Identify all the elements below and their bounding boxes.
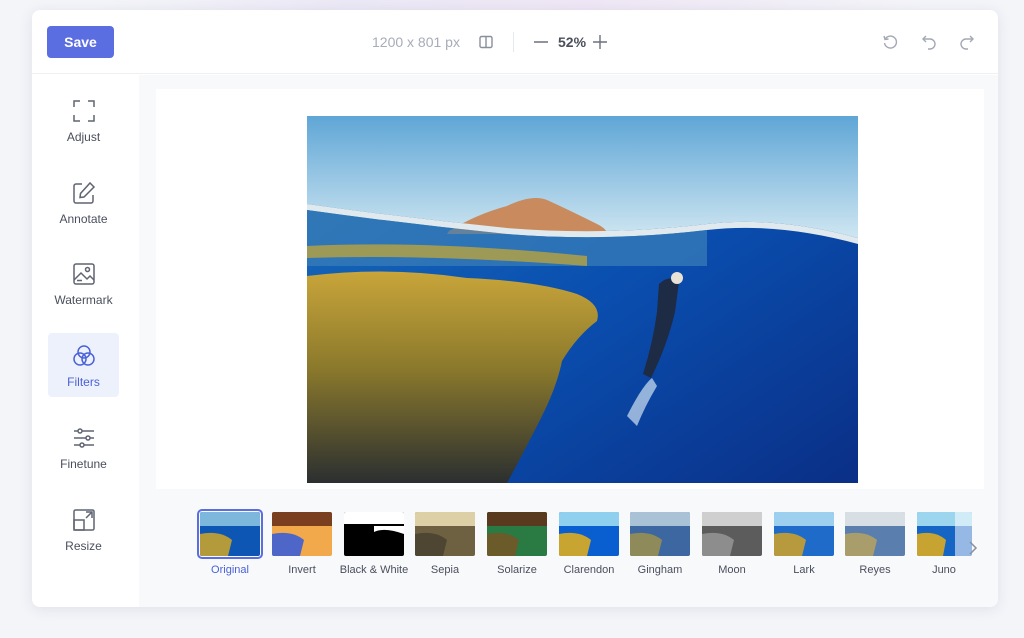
filter-thumbnail (415, 512, 475, 556)
filter-gingham[interactable]: Gingham (627, 512, 693, 578)
zoom-in-icon[interactable] (591, 33, 609, 51)
toolbar-divider (513, 32, 514, 52)
sidebar-item-label: Finetune (60, 457, 107, 471)
sidebar-item-label: Adjust (66, 130, 101, 144)
sidebar-item-resize[interactable]: Resize (48, 497, 119, 561)
filter-original[interactable]: Original (197, 509, 263, 578)
edited-photo[interactable] (307, 116, 858, 483)
image-stage (156, 89, 984, 489)
filter-thumbnail (344, 512, 404, 556)
sidebar-item-filters[interactable]: Filters (48, 333, 119, 397)
sidebar-item-watermark[interactable]: Watermark (48, 251, 119, 315)
pencil-icon (71, 180, 97, 206)
sidebar-item-finetune[interactable]: Finetune (48, 415, 119, 479)
filter-thumbnail (559, 512, 619, 556)
filter-label: Juno (932, 564, 956, 576)
sidebar-item-annotate[interactable]: Annotate (48, 170, 119, 234)
editor-canvas: Original Invert Black & White Sepia Sola… (139, 75, 998, 607)
image-editor: Save 1200 x 801 px 52% Adjust Annotate W… (32, 10, 998, 607)
zoom-out-icon[interactable] (533, 33, 549, 51)
filter-thumbnail (487, 512, 547, 556)
editor-toolbar: Save 1200 x 801 px 52% (32, 10, 998, 74)
filter-thumbnail (702, 512, 762, 556)
save-button[interactable]: Save (47, 26, 114, 58)
filter-thumbnail (630, 512, 690, 556)
compare-icon[interactable] (478, 34, 494, 50)
top-fade (100, 0, 920, 10)
filter-sepia[interactable]: Sepia (412, 512, 478, 578)
sidebar-item-adjust[interactable]: Adjust (48, 88, 119, 152)
chevron-right-icon[interactable] (965, 539, 981, 557)
sidebar-item-label: Filters (67, 375, 100, 389)
filter-thumbnail (774, 512, 834, 556)
sliders-icon (71, 425, 97, 451)
image-icon (71, 261, 97, 287)
filter-strip: Original Invert Black & White Sepia Sola… (139, 495, 998, 585)
reset-icon[interactable] (881, 33, 899, 51)
filter-moon[interactable]: Moon (699, 512, 765, 578)
sidebar: Adjust Annotate Watermark Filters Finetu… (32, 75, 139, 607)
filters-icon (71, 343, 97, 369)
undo-icon[interactable] (920, 33, 938, 51)
sidebar-item-label: Annotate (59, 212, 108, 226)
image-dimensions: 1200 x 801 px (372, 34, 460, 50)
filter-solarize[interactable]: Solarize (484, 512, 550, 578)
redo-icon[interactable] (958, 33, 976, 51)
filter-thumbnail (917, 512, 972, 556)
filter-thumbnail (845, 512, 905, 556)
resize-icon (71, 507, 97, 533)
sidebar-item-label: Resize (65, 539, 102, 553)
sidebar-item-label: Watermark (54, 293, 113, 307)
filter-invert[interactable]: Invert (269, 512, 335, 578)
zoom-level: 52% (558, 34, 587, 50)
crop-icon (71, 98, 97, 124)
filter-thumbnail (197, 509, 263, 559)
filter-thumbnail (272, 512, 332, 556)
